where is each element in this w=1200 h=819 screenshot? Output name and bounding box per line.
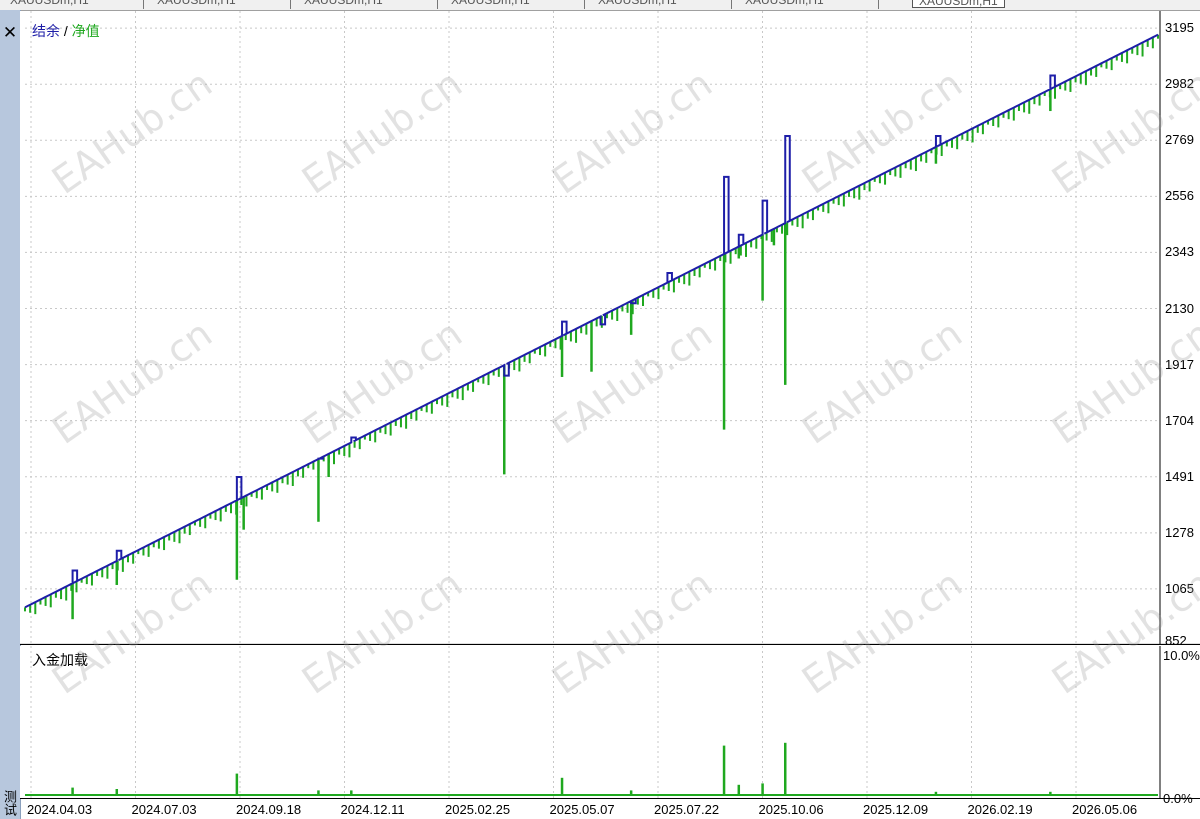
y-tick-label: 852: [1165, 633, 1187, 648]
y-tick-label: 3195: [1165, 20, 1194, 36]
y-tick-label: 1491: [1165, 468, 1194, 484]
x-tick-label: 2025.07.22: [654, 802, 720, 817]
x-tick-label: 2025.12.09: [863, 802, 929, 817]
tab-separator: [878, 0, 879, 9]
deposit-load-canvas: [20, 646, 1200, 799]
x-tick-label: 2026.05.06: [1072, 802, 1138, 817]
chart-tab[interactable]: XAUUSDm,H1: [745, 0, 824, 9]
chart-tab[interactable]: XAUUSDm,H1: [304, 0, 383, 9]
tab-separator: [143, 0, 144, 9]
deposit-load-chart: 入金加载: [20, 646, 1200, 799]
x-tick-label: 2026.02.19: [967, 802, 1033, 817]
tab-separator: [731, 0, 732, 9]
legend-equity-label: 净值: [71, 23, 100, 39]
x-tick-label: 2025.10.06: [758, 802, 824, 817]
chart-tab-bar: XAUUSDm,H1 XAUUSDm,H1 XAUUSDm,H1 XAUUSDm,H1…: [0, 0, 1200, 11]
deposit-load-baseline: [25, 794, 1158, 796]
tab-separator: [584, 0, 585, 9]
deposit-load-y-tick: 10.0%: [1163, 648, 1200, 663]
x-tick-label: 2024.07.03: [131, 802, 197, 817]
y-tick-label: 1065: [1165, 580, 1194, 596]
chart-tab[interactable]: XAUUSDm,H1: [451, 0, 530, 9]
deposit-load-title: 入金加载: [32, 652, 88, 668]
side-toolbar: ✕ 测试: [0, 10, 21, 819]
balance-equity-chart: 结余 / 净值: [20, 11, 1200, 645]
chart-legend: 结余 / 净值: [32, 21, 100, 41]
close-icon[interactable]: ✕: [0, 24, 20, 44]
deposit-load-y-tick: 0.0%: [1163, 791, 1193, 806]
x-tick-label: 2024.09.18: [236, 802, 302, 817]
chart-tab[interactable]: XAUUSDm,H1: [912, 0, 1005, 8]
y-tick-label: 2343: [1165, 244, 1194, 260]
x-tick-label: 2025.05.07: [549, 802, 615, 817]
tab-separator: [290, 0, 291, 9]
chart-tab[interactable]: XAUUSDm,H1: [598, 0, 677, 9]
side-label: 测试: [2, 790, 17, 816]
balance-series-line: [24, 33, 1159, 609]
equity-series: [24, 34, 1159, 620]
x-tick-label: 2025.02.25: [445, 802, 511, 817]
y-tick-label: 2556: [1165, 188, 1194, 204]
y-tick-label: 2769: [1165, 132, 1194, 148]
chart-tab[interactable]: XAUUSDm,H1: [157, 0, 236, 9]
y-tick-label: 1917: [1165, 356, 1194, 372]
y-tick-label: 2982: [1165, 76, 1194, 92]
legend-balance-label: 结余: [32, 23, 60, 39]
y-tick-label: 1278: [1165, 524, 1194, 540]
y-tick-label: 2130: [1165, 300, 1194, 316]
legend-separator: /: [63, 23, 68, 39]
x-tick-label: 2024.12.11: [340, 802, 405, 817]
tab-separator: [437, 0, 438, 9]
main-chart-canvas: [20, 11, 1200, 645]
x-tick-label: 2024.04.03: [27, 802, 93, 817]
chart-tab[interactable]: XAUUSDm,H1: [10, 0, 89, 9]
y-tick-label: 1704: [1165, 412, 1194, 428]
